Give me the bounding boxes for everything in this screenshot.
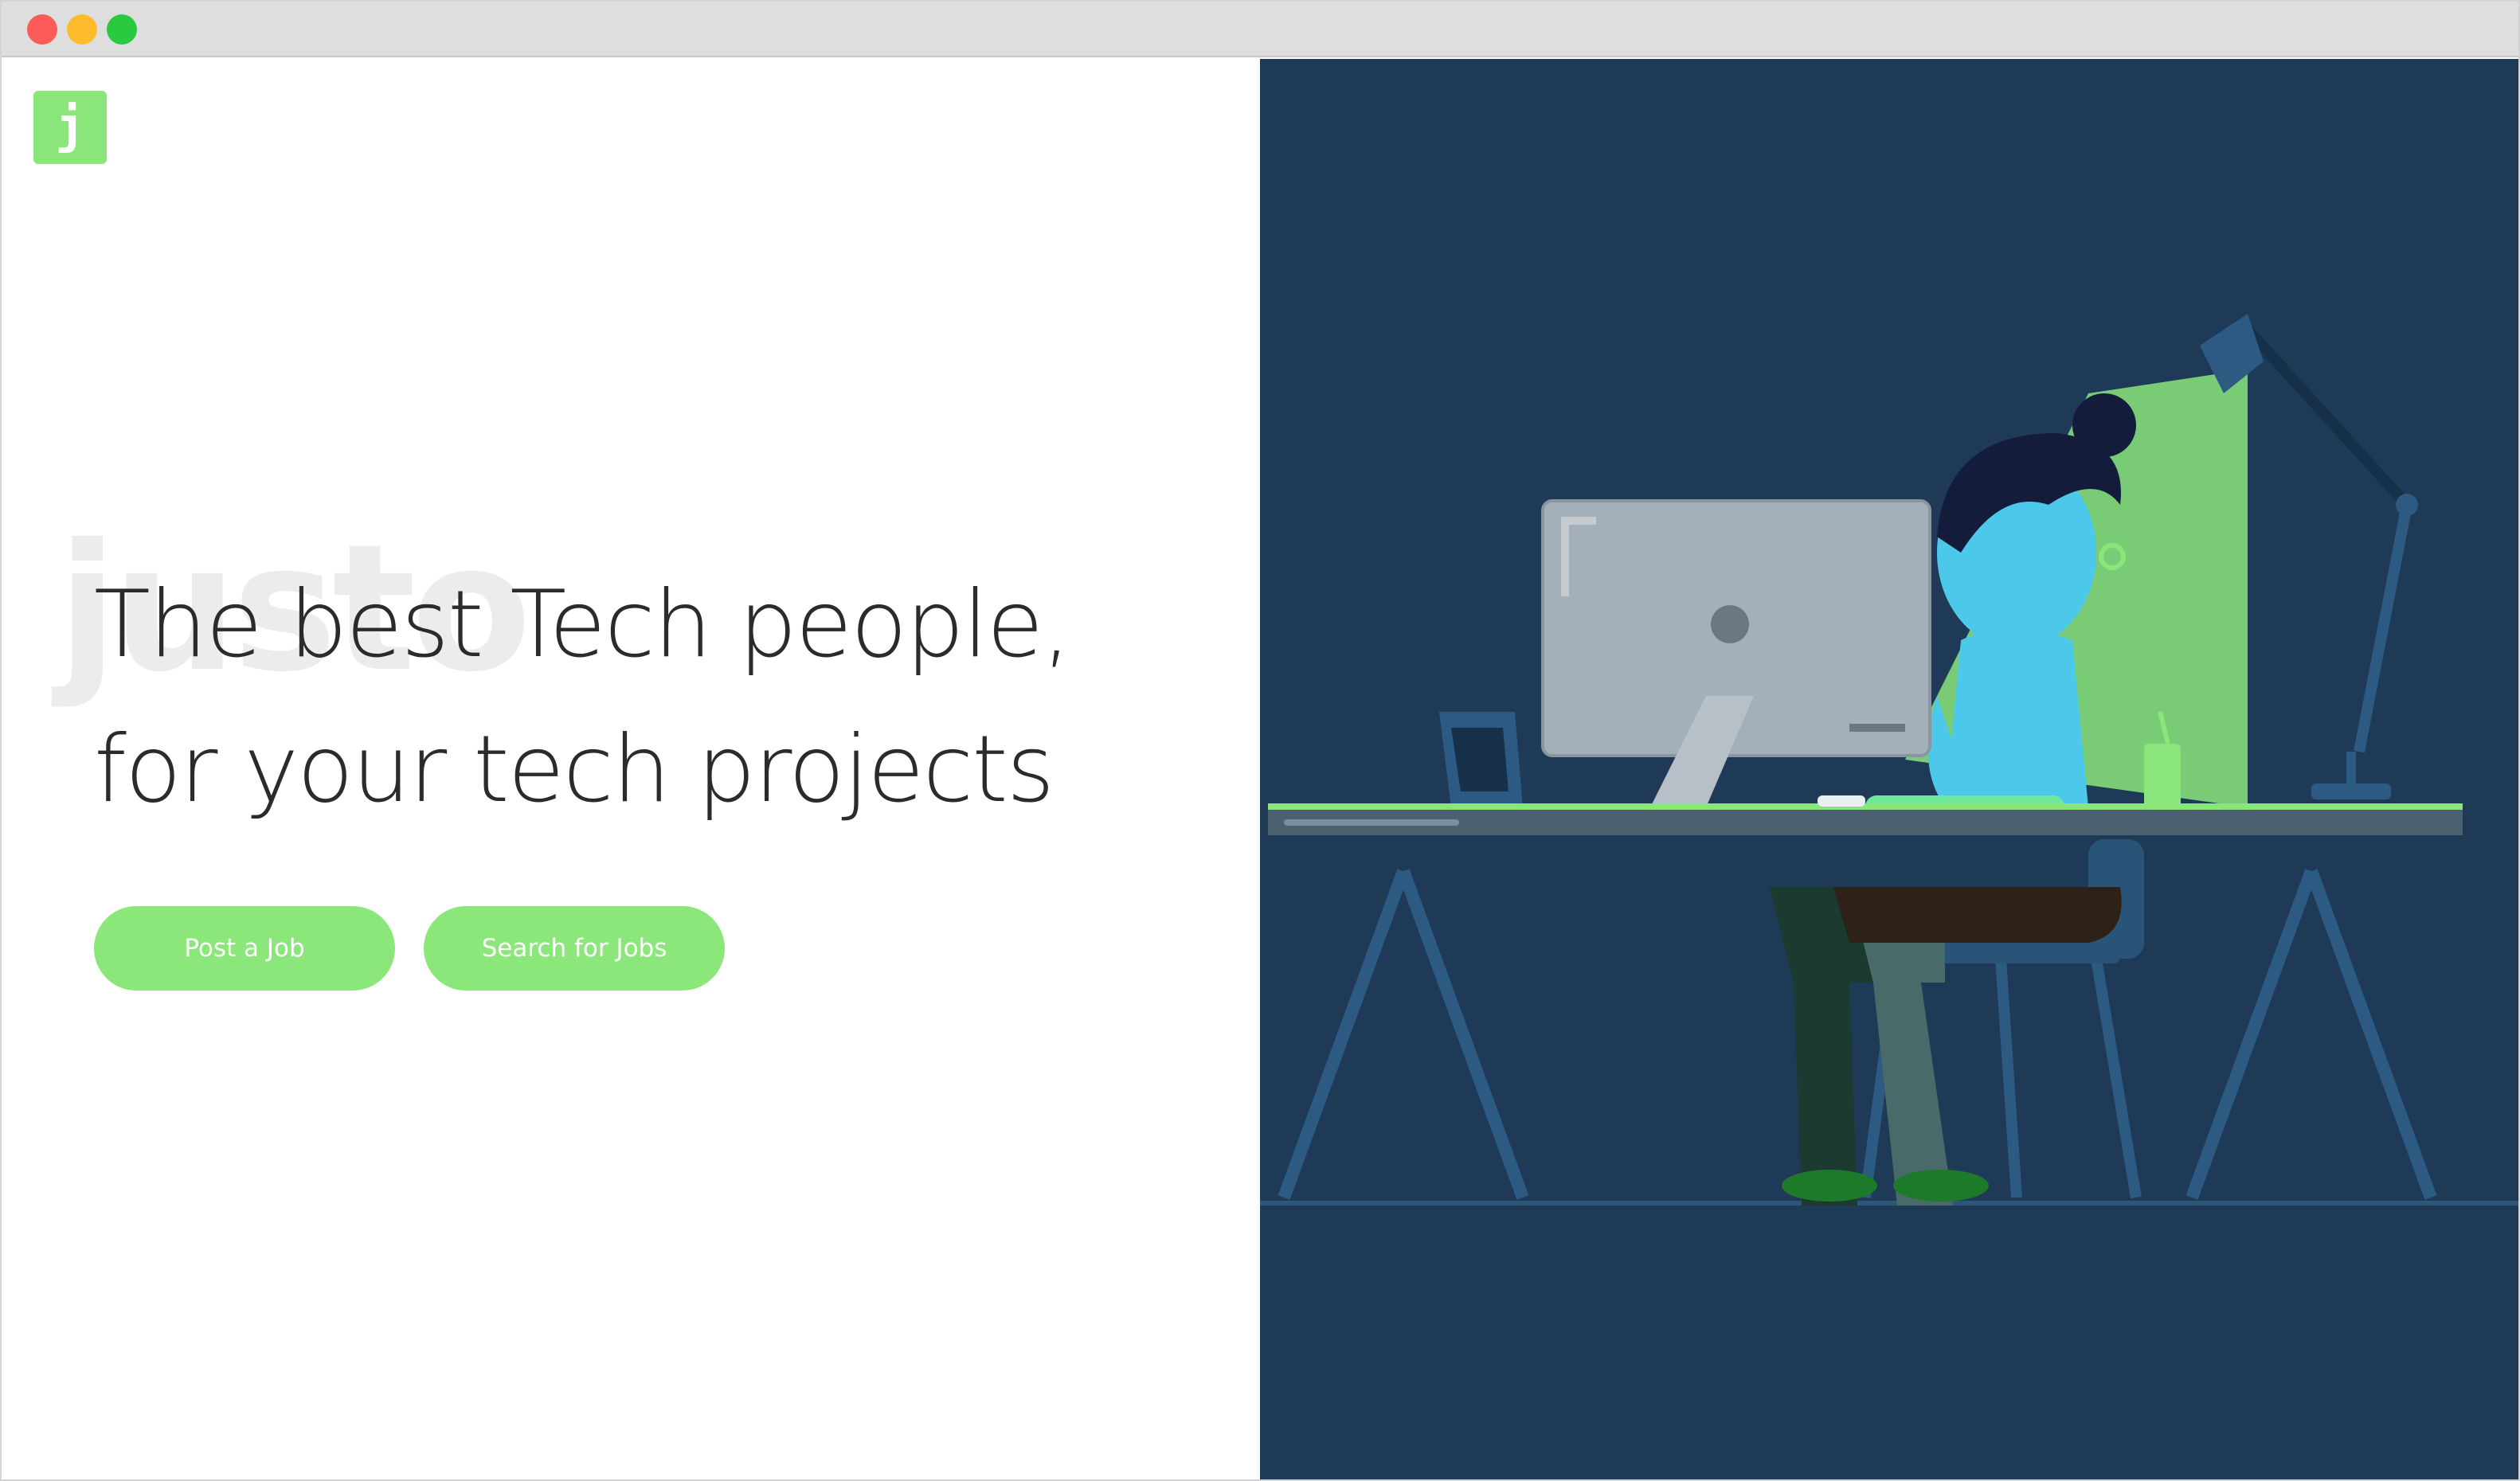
window-titlebar: [2, 2, 2518, 57]
headline-line-1: The best Tech people,: [94, 571, 1071, 678]
close-window-button[interactable]: [27, 14, 57, 45]
maximize-window-button[interactable]: [107, 14, 137, 45]
hero-headline: The best Tech people, for your tech proj…: [94, 553, 1071, 842]
desk-leg-left: [1278, 869, 1529, 1200]
hero-left-pane: j justo The best Tech people, for your t…: [2, 59, 1260, 1479]
monitor: [1541, 499, 1931, 815]
photo-frame: [1439, 712, 1523, 807]
browser-window: j justo The best Tech people, for your t…: [0, 0, 2520, 1481]
floor-line: [1260, 1201, 2518, 1206]
search-jobs-button[interactable]: Search for Jobs: [424, 906, 725, 991]
minimize-window-button[interactable]: [67, 14, 97, 45]
logo-letter: j: [55, 96, 85, 154]
desk-edge-glow: [1268, 803, 2463, 810]
headline-line-2: for your tech projects: [94, 716, 1055, 823]
brand-logo[interactable]: j: [33, 91, 107, 164]
desk-drawer-line: [1284, 819, 1459, 826]
desk-leg-right: [2185, 869, 2437, 1200]
post-job-button[interactable]: Post a Job: [94, 906, 395, 991]
person-legs: [1770, 887, 2122, 1206]
person-at-desk-illustration: [1260, 314, 2518, 1206]
hero-illustration-pane: [1260, 59, 2518, 1479]
mouse: [1818, 795, 1865, 807]
